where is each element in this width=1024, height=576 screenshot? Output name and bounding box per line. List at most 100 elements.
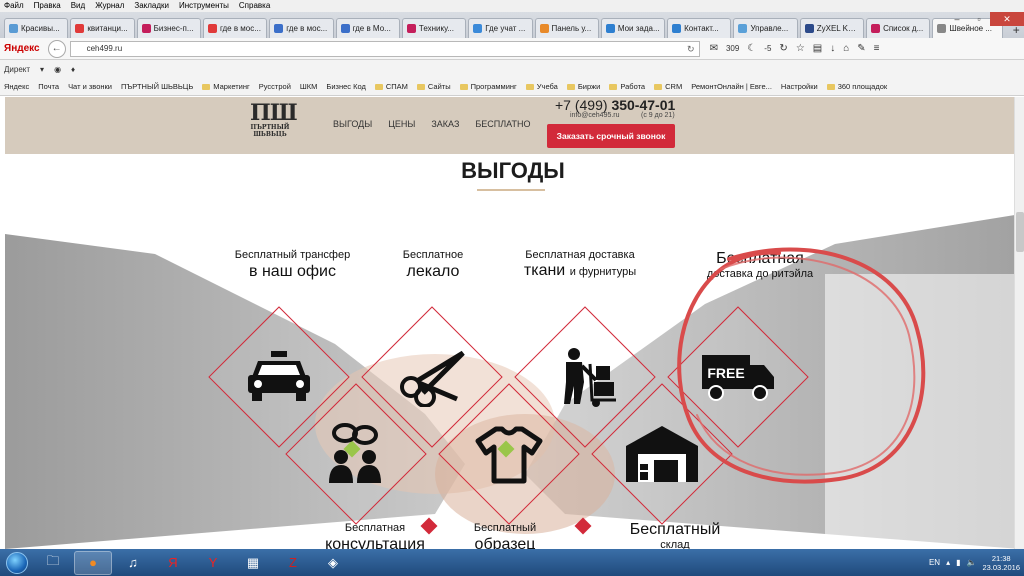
tab-label: Список д... bbox=[883, 24, 924, 33]
bookmark[interactable]: ПЪРТНЫЙ ШЬВЬЦЬ bbox=[121, 82, 193, 91]
tab-label: Где учат ... bbox=[485, 24, 526, 33]
yandex-browser-taskbar-button[interactable]: Y bbox=[194, 551, 232, 575]
pencil-icon[interactable]: ✎ bbox=[857, 43, 865, 54]
tab[interactable]: Технику... bbox=[401, 18, 467, 38]
address-bar[interactable]: ceh499.ru ↻ bbox=[69, 40, 700, 57]
scrollbar-thumb[interactable] bbox=[1016, 212, 1024, 252]
menu-history[interactable]: Журнал bbox=[95, 0, 124, 12]
mail-icon[interactable]: ✉ bbox=[710, 43, 718, 54]
folder-icon bbox=[566, 83, 575, 90]
menu-file[interactable]: Файл bbox=[4, 0, 24, 12]
network-icon[interactable]: ▮ bbox=[956, 558, 960, 567]
urgent-call-button[interactable]: Заказать срочный звонок bbox=[547, 124, 675, 148]
tab[interactable]: Список д... bbox=[866, 18, 931, 38]
menu-tools[interactable]: Инструменты bbox=[179, 0, 229, 12]
tab-label: Технику... bbox=[418, 24, 454, 33]
clock-date: 23.03.2016 bbox=[982, 562, 1020, 572]
yandex-taskbar-button[interactable]: Я bbox=[154, 551, 192, 575]
tab-label: где в мос... bbox=[286, 24, 328, 33]
tab[interactable]: ZyXEL Ke... bbox=[799, 18, 865, 38]
extension-icon[interactable]: ◉ bbox=[54, 65, 61, 74]
back-button[interactable]: ← bbox=[47, 39, 66, 58]
bookmark[interactable]: ШКМ bbox=[300, 82, 318, 91]
bookmark[interactable]: Яндекс bbox=[4, 82, 29, 91]
direct-link[interactable]: Директ bbox=[4, 65, 30, 74]
yandex-browser-icon: Y bbox=[208, 555, 218, 570]
tab[interactable]: где в мос... bbox=[202, 18, 268, 38]
bookmark-folder[interactable]: СПАМ bbox=[374, 82, 408, 91]
filezilla-taskbar-button[interactable]: Z bbox=[274, 551, 312, 575]
tab[interactable]: Мои зада... bbox=[600, 18, 666, 38]
benefit-label-warehouse: Бесплатный склад bbox=[629, 521, 721, 549]
tab[interactable]: Контакт... bbox=[667, 18, 732, 38]
windows-orb-icon bbox=[6, 551, 28, 574]
language-indicator[interactable]: EN bbox=[929, 558, 940, 567]
benefit-label-transfer: Бесплатный трансфер в наш офис bbox=[234, 249, 351, 280]
app-taskbar-button[interactable]: ◈ bbox=[314, 551, 352, 575]
tab[interactable]: квитанци... bbox=[70, 18, 135, 38]
menu-view[interactable]: Вид bbox=[71, 0, 85, 12]
menu-bookmarks[interactable]: Закладки bbox=[134, 0, 169, 12]
tab[interactable]: Где учат ... bbox=[468, 18, 533, 38]
bookmark-folder[interactable]: Работа bbox=[609, 82, 645, 91]
start-button[interactable] bbox=[0, 550, 34, 576]
site-logo[interactable]: ПШ ПЪРТНЫЙ ШЬВЬЦЬ bbox=[250, 100, 298, 138]
bookmark-folder[interactable]: Программинг bbox=[459, 82, 517, 91]
phone-number[interactable]: +7 (499) 350-47-01 bbox=[555, 97, 675, 113]
reload-icon[interactable]: ↻ bbox=[687, 42, 695, 56]
nav-order[interactable]: ЗАКАЗ bbox=[431, 119, 459, 129]
menu-edit[interactable]: Правка bbox=[34, 0, 61, 12]
home-icon[interactable]: ⌂ bbox=[843, 43, 849, 54]
tab[interactable]: Панель у... bbox=[534, 18, 599, 38]
page-scrollbar[interactable] bbox=[1014, 97, 1024, 549]
bookmark[interactable]: Бизнес Код bbox=[326, 82, 365, 91]
bookmark-folder[interactable]: Учеба bbox=[525, 82, 558, 91]
tab[interactable]: Управле... bbox=[733, 18, 798, 38]
tab[interactable]: где в мос... bbox=[269, 18, 334, 38]
bookmark[interactable]: Чат и звонки bbox=[68, 82, 112, 91]
media-taskbar-button[interactable]: ♫ bbox=[114, 551, 152, 575]
close-window-button[interactable]: ✕ bbox=[990, 12, 1024, 26]
clock[interactable]: 21:38 23.03.2016 bbox=[982, 554, 1020, 572]
calculator-taskbar-button[interactable]: ▦ bbox=[234, 551, 272, 575]
bookmark[interactable]: РемонтОнлайн | Евге... bbox=[691, 82, 772, 91]
dropdown-icon[interactable]: ▾ bbox=[40, 65, 44, 74]
refresh-icon[interactable]: ↻ bbox=[779, 43, 787, 54]
minimize-button[interactable]: – bbox=[946, 12, 968, 26]
firefox-taskbar-button[interactable]: ● bbox=[74, 550, 112, 575]
menu-help[interactable]: Справка bbox=[239, 0, 270, 12]
volume-icon[interactable]: 🔈 bbox=[966, 558, 976, 567]
tab[interactable]: Бизнес-п... bbox=[136, 18, 201, 38]
explorer-taskbar-button[interactable]: 🗀 bbox=[34, 551, 72, 575]
bookmark[interactable]: Почта bbox=[38, 82, 59, 91]
menu-icon[interactable]: ≡ bbox=[874, 43, 880, 54]
star-icon[interactable]: ☆ bbox=[796, 43, 805, 54]
nav-prices[interactable]: ЦЕНЫ bbox=[388, 119, 415, 129]
bookmark-folder[interactable]: 360 площадок bbox=[826, 82, 887, 91]
tab[interactable]: где в Мо... bbox=[335, 18, 400, 38]
weather-icon[interactable]: ☾ bbox=[747, 43, 756, 54]
yandex-brand[interactable]: Яндекс bbox=[4, 43, 40, 54]
bookmark-folder[interactable]: Биржи bbox=[566, 82, 600, 91]
logo-mark: ПШ bbox=[250, 100, 298, 126]
tray-arrow-icon[interactable]: ▴ bbox=[946, 558, 950, 567]
clipboard-icon[interactable]: ▤ bbox=[813, 43, 822, 54]
extension-icon[interactable]: ♦ bbox=[71, 65, 75, 74]
bookmark[interactable]: Русстрой bbox=[259, 82, 291, 91]
download-icon[interactable]: ↓ bbox=[830, 43, 835, 54]
nav-benefits[interactable]: ВЫГОДЫ bbox=[333, 119, 372, 129]
bookmark[interactable]: Настройки bbox=[781, 82, 818, 91]
tab-label: квитанци... bbox=[87, 24, 128, 33]
maximize-button[interactable]: ▫ bbox=[968, 12, 990, 26]
consultation-icon bbox=[316, 414, 396, 494]
taxi-icon bbox=[239, 337, 319, 417]
tab[interactable]: Красивы... bbox=[4, 18, 69, 38]
nav-free[interactable]: БЕСПЛАТНО bbox=[475, 119, 530, 129]
bookmark-folder[interactable]: CRM bbox=[654, 82, 682, 91]
bookmark-folder[interactable]: Маркетинг bbox=[202, 82, 250, 91]
email-address[interactable]: info@ceh495.ru bbox=[570, 112, 620, 119]
benefits-section: ВЫГОДЫ Бесплатный трансфер в наш офис Бе… bbox=[5, 154, 1014, 549]
bookmarks-bar: Яндекс Почта Чат и звонки ПЪРТНЫЙ ШЬВЬЦЬ… bbox=[0, 78, 1024, 96]
bookmark-folder[interactable]: Сайты bbox=[416, 82, 451, 91]
filezilla-icon: Z bbox=[289, 555, 297, 570]
